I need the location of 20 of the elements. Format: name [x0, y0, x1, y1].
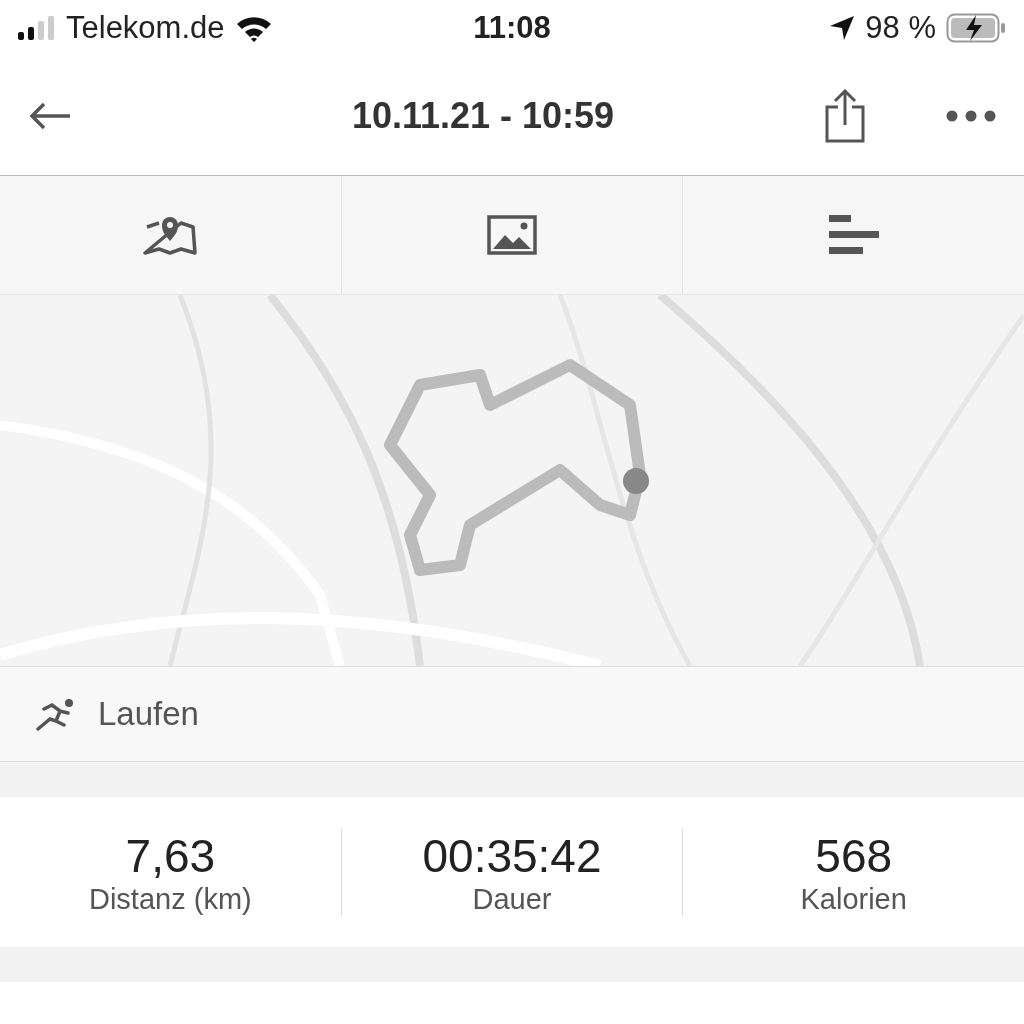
back-button[interactable]: [28, 100, 72, 131]
activity-type: Laufen: [98, 695, 199, 733]
stat-label: Distanz (km): [88, 882, 252, 916]
more-button[interactable]: [946, 109, 996, 122]
signal-icon: [18, 16, 56, 40]
stat-value: 00:35:42: [422, 828, 602, 883]
screen-title: 10.11.21 - 10:59: [350, 94, 616, 137]
stat-label: Kalorien: [800, 882, 907, 916]
location-arrow-icon: [829, 15, 856, 41]
stat-value: 568: [815, 828, 893, 883]
stat-label: Dauer: [472, 882, 552, 916]
bar-chart-icon: [828, 215, 879, 255]
battery-charging-icon: [946, 13, 1006, 43]
carrier-name: Telekom.de: [66, 10, 225, 46]
clock: 11:08: [473, 10, 551, 46]
share-button[interactable]: [824, 88, 866, 143]
stat-value: 7,63: [125, 828, 216, 883]
runner-icon: [36, 697, 76, 731]
battery-percent: 98 %: [865, 10, 936, 46]
image-icon: [487, 215, 537, 255]
